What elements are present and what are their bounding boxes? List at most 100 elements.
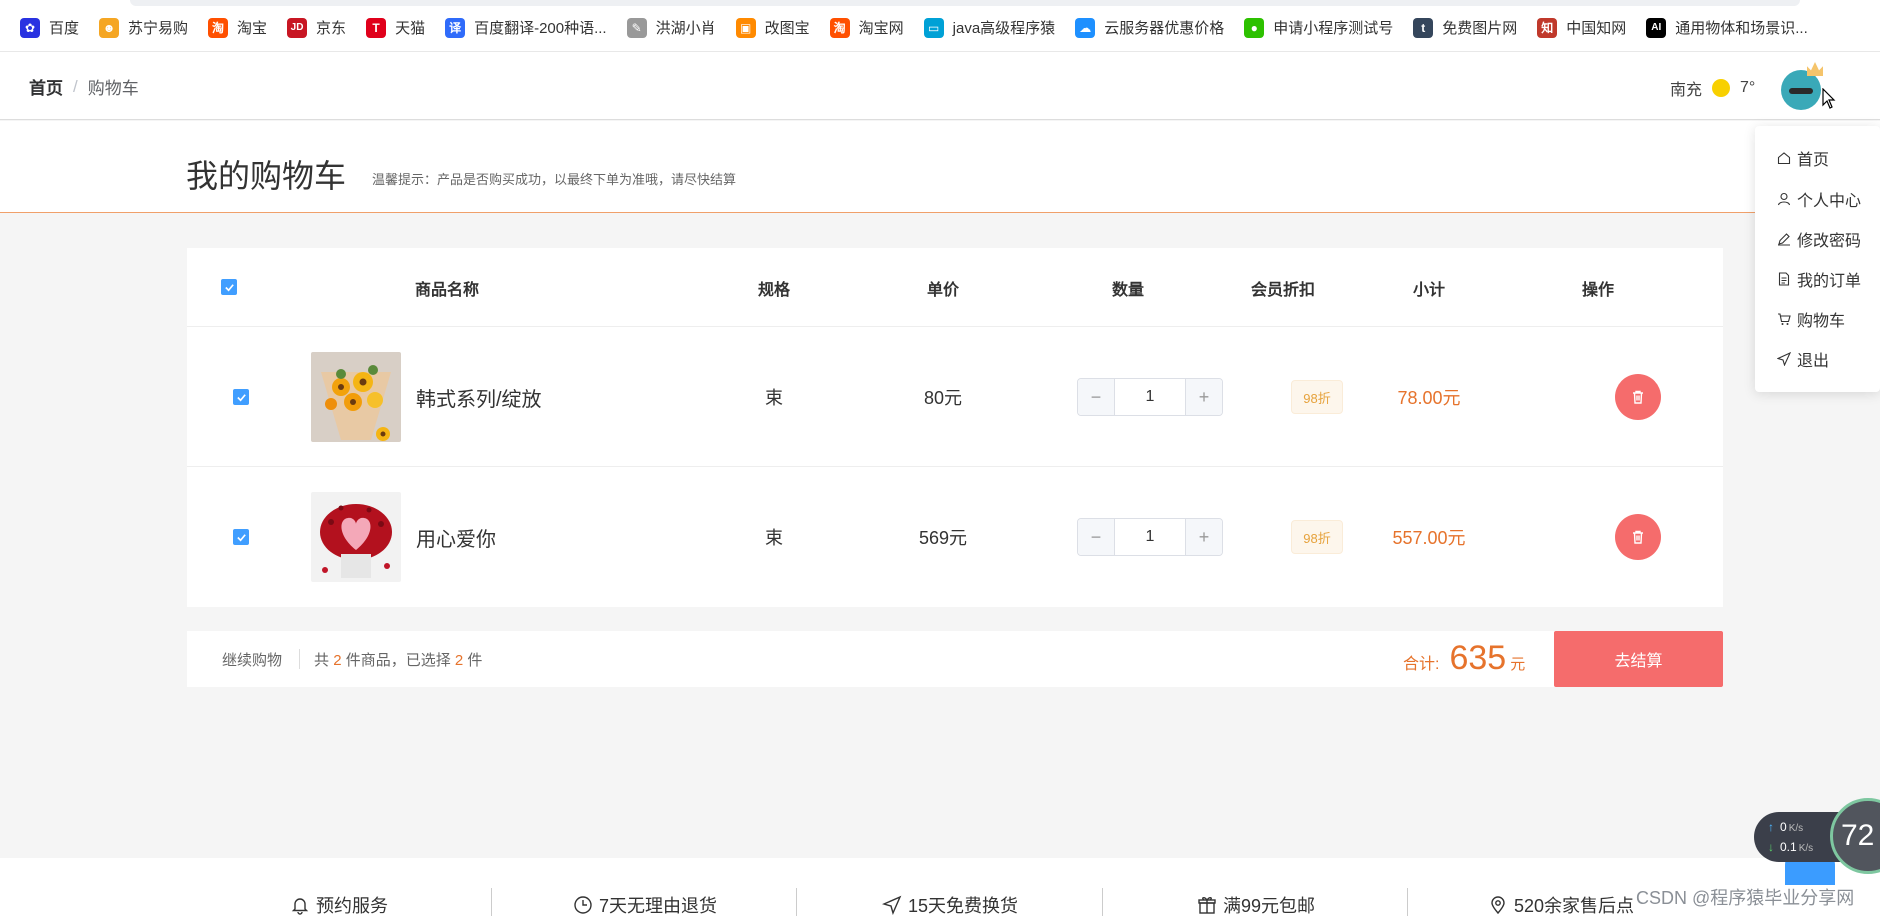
weather-temperature: 7° (1740, 79, 1756, 96)
item-checkbox[interactable] (233, 389, 249, 405)
bookmark-item[interactable]: JD 京东 (277, 17, 356, 38)
bookmark-item[interactable]: ✿ 百度 (10, 17, 89, 38)
table-row: 韩式系列/绽放 束 80元 − 1 + 98折 78.00元 (187, 327, 1723, 467)
upload-value: 0 (1780, 820, 1787, 834)
bookmark-item[interactable]: ☻ 苏宁易购 (89, 17, 198, 38)
menu-item-label: 购物车 (1797, 313, 1846, 330)
document-icon (1778, 272, 1790, 286)
product-image-rose-bouquet[interactable] (311, 492, 401, 582)
breadcrumb-home[interactable]: 首页 (29, 74, 63, 99)
menu-item-cart[interactable]: 购物车 (1777, 307, 1845, 331)
continue-shopping-link[interactable]: 继续购物 (222, 649, 282, 670)
checkout-button[interactable]: 去结算 (1554, 631, 1723, 687)
select-all-checkbox[interactable] (221, 279, 237, 295)
bookmark-label: 通用物体和场景识... (1675, 20, 1808, 37)
taobao-icon: 淘 (829, 17, 850, 38)
product-image-sunflower-bouquet[interactable] (311, 352, 401, 442)
quantity-increase-button[interactable]: + (1185, 379, 1222, 415)
service-label: 满99元包邮 (1223, 896, 1316, 916)
logout-icon (1777, 352, 1791, 366)
delete-item-button[interactable] (1615, 374, 1661, 420)
quantity-increase-button[interactable]: + (1185, 519, 1222, 555)
tmall-icon: T (366, 17, 387, 38)
menu-item-label: 退出 (1797, 353, 1830, 370)
service-label: 7天无理由退货 (599, 896, 718, 916)
service-item: 预约服务 (290, 892, 388, 916)
cloud-icon: ☁ (1075, 17, 1096, 38)
header-spec: 规格 (757, 281, 790, 299)
menu-item-profile[interactable]: 个人中心 (1777, 187, 1861, 211)
sun-icon (1712, 79, 1731, 97)
quantity-decrease-button[interactable]: − (1078, 519, 1115, 555)
total-unit: 元 (1510, 656, 1526, 673)
bookmark-item[interactable]: 译百度翻译-200种语... (435, 17, 617, 38)
tumblr-icon: t (1413, 17, 1434, 38)
quantity-stepper: − 1 + (1077, 378, 1223, 416)
menu-item-home[interactable]: 首页 (1777, 146, 1829, 170)
menu-item-my-orders[interactable]: 我的订单 (1777, 267, 1861, 291)
menu-item-logout[interactable]: 退出 (1777, 347, 1829, 371)
bookmark-item[interactable]: t 免费图片网 (1403, 17, 1527, 38)
bookmark-item[interactable]: AI 通用物体和场景识... (1636, 17, 1818, 38)
item-checkbox[interactable] (233, 529, 249, 545)
bookmark-item[interactable]: ▭ java高级程序猿 (914, 17, 1066, 38)
menu-item-label: 首页 (1797, 152, 1830, 169)
weather-city: 南充 (1670, 82, 1703, 99)
bookmark-item[interactable]: ● 申请小程序测试号 (1234, 17, 1403, 38)
menu-item-label: 我的订单 (1797, 273, 1862, 290)
cart-table: 商品名称 规格 单价 数量 会员折扣 小计 操作 韩式系列/绽放 束 80元 −… (187, 248, 1723, 607)
service-divider (796, 888, 797, 916)
service-item: 15天免费换货 (882, 892, 1018, 916)
delete-item-button[interactable] (1615, 514, 1661, 560)
bookmark-item[interactable]: ☁ 云服务器优惠价格 (1065, 17, 1234, 38)
mouse-cursor-icon (1822, 88, 1836, 109)
address-bar-edge (130, 0, 1800, 6)
bookmark-label: 京东 (316, 20, 347, 37)
cart-summary-bar: 继续购物 共 2 件商品，已选择 2 件 合计: 635 元 去结算 (187, 631, 1723, 687)
quantity-stepper: − 1 + (1077, 518, 1223, 556)
bookmark-item[interactable]: ▣ 改图宝 (726, 17, 820, 38)
total-item-count: 2 (333, 652, 342, 669)
gift-icon (1198, 897, 1216, 914)
user-avatar[interactable] (1781, 62, 1823, 110)
bookmark-item[interactable]: ✎ 洪湖小肖 (617, 17, 726, 38)
bookmark-label: 百度 (49, 20, 80, 37)
gaitubao-icon: ▣ (735, 17, 756, 38)
bookmark-item[interactable]: 淘淘宝 (198, 17, 277, 38)
upload-unit: K/s (1788, 823, 1804, 834)
quantity-decrease-button[interactable]: − (1078, 379, 1115, 415)
product-name[interactable]: 用心爱你 (416, 523, 496, 552)
breadcrumb: 首页 / 购物车 (29, 74, 139, 99)
summary-divider (299, 649, 300, 669)
bookmark-label: 苏宁易购 (128, 20, 189, 37)
breadcrumb-current: 购物车 (87, 79, 139, 98)
service-divider (1407, 888, 1408, 916)
download-arrow-icon: ↓ (1768, 840, 1774, 854)
quantity-input[interactable]: 1 (1115, 379, 1185, 415)
page-title: 我的购物车 (186, 158, 347, 194)
bookmark-item[interactable]: T 天猫 (356, 17, 435, 38)
item-count-text: 共 2 件商品，已选择 2 件 (314, 649, 482, 670)
bookmark-item[interactable]: 知中国知网 (1527, 17, 1636, 38)
menu-item-label: 修改密码 (1797, 233, 1862, 250)
total-amount: 635 (1449, 639, 1507, 677)
bookmark-label: 改图宝 (764, 20, 810, 37)
member-discount-tag: 98折 (1291, 520, 1343, 554)
bell-icon (291, 898, 309, 915)
table-row: 用心爱你 束 569元 − 1 + 98折 557.00元 (187, 467, 1723, 607)
header-actions: 操作 (1581, 281, 1614, 299)
upload-speed: ↑ 0 K/s (1768, 820, 1803, 834)
avatar-face (1789, 88, 1813, 94)
menu-item-change-password[interactable]: 修改密码 (1777, 227, 1861, 251)
product-name[interactable]: 韩式系列/绽放 (416, 383, 542, 412)
breadcrumb-separator: / (73, 76, 78, 96)
bookmark-item[interactable]: 淘淘宝网 (820, 17, 914, 38)
site-header: 首页 / 购物车 南充 7° (0, 52, 1880, 120)
member-discount-tag: 98折 (1291, 380, 1343, 414)
download-value: 0.1 (1780, 840, 1797, 854)
product-unit-price: 569元 (918, 528, 968, 548)
count-suffix: 件 (467, 652, 483, 669)
service-item: 520余家售后点 (1488, 892, 1634, 916)
quantity-input[interactable]: 1 (1115, 519, 1185, 555)
menu-item-label: 个人中心 (1797, 193, 1862, 210)
